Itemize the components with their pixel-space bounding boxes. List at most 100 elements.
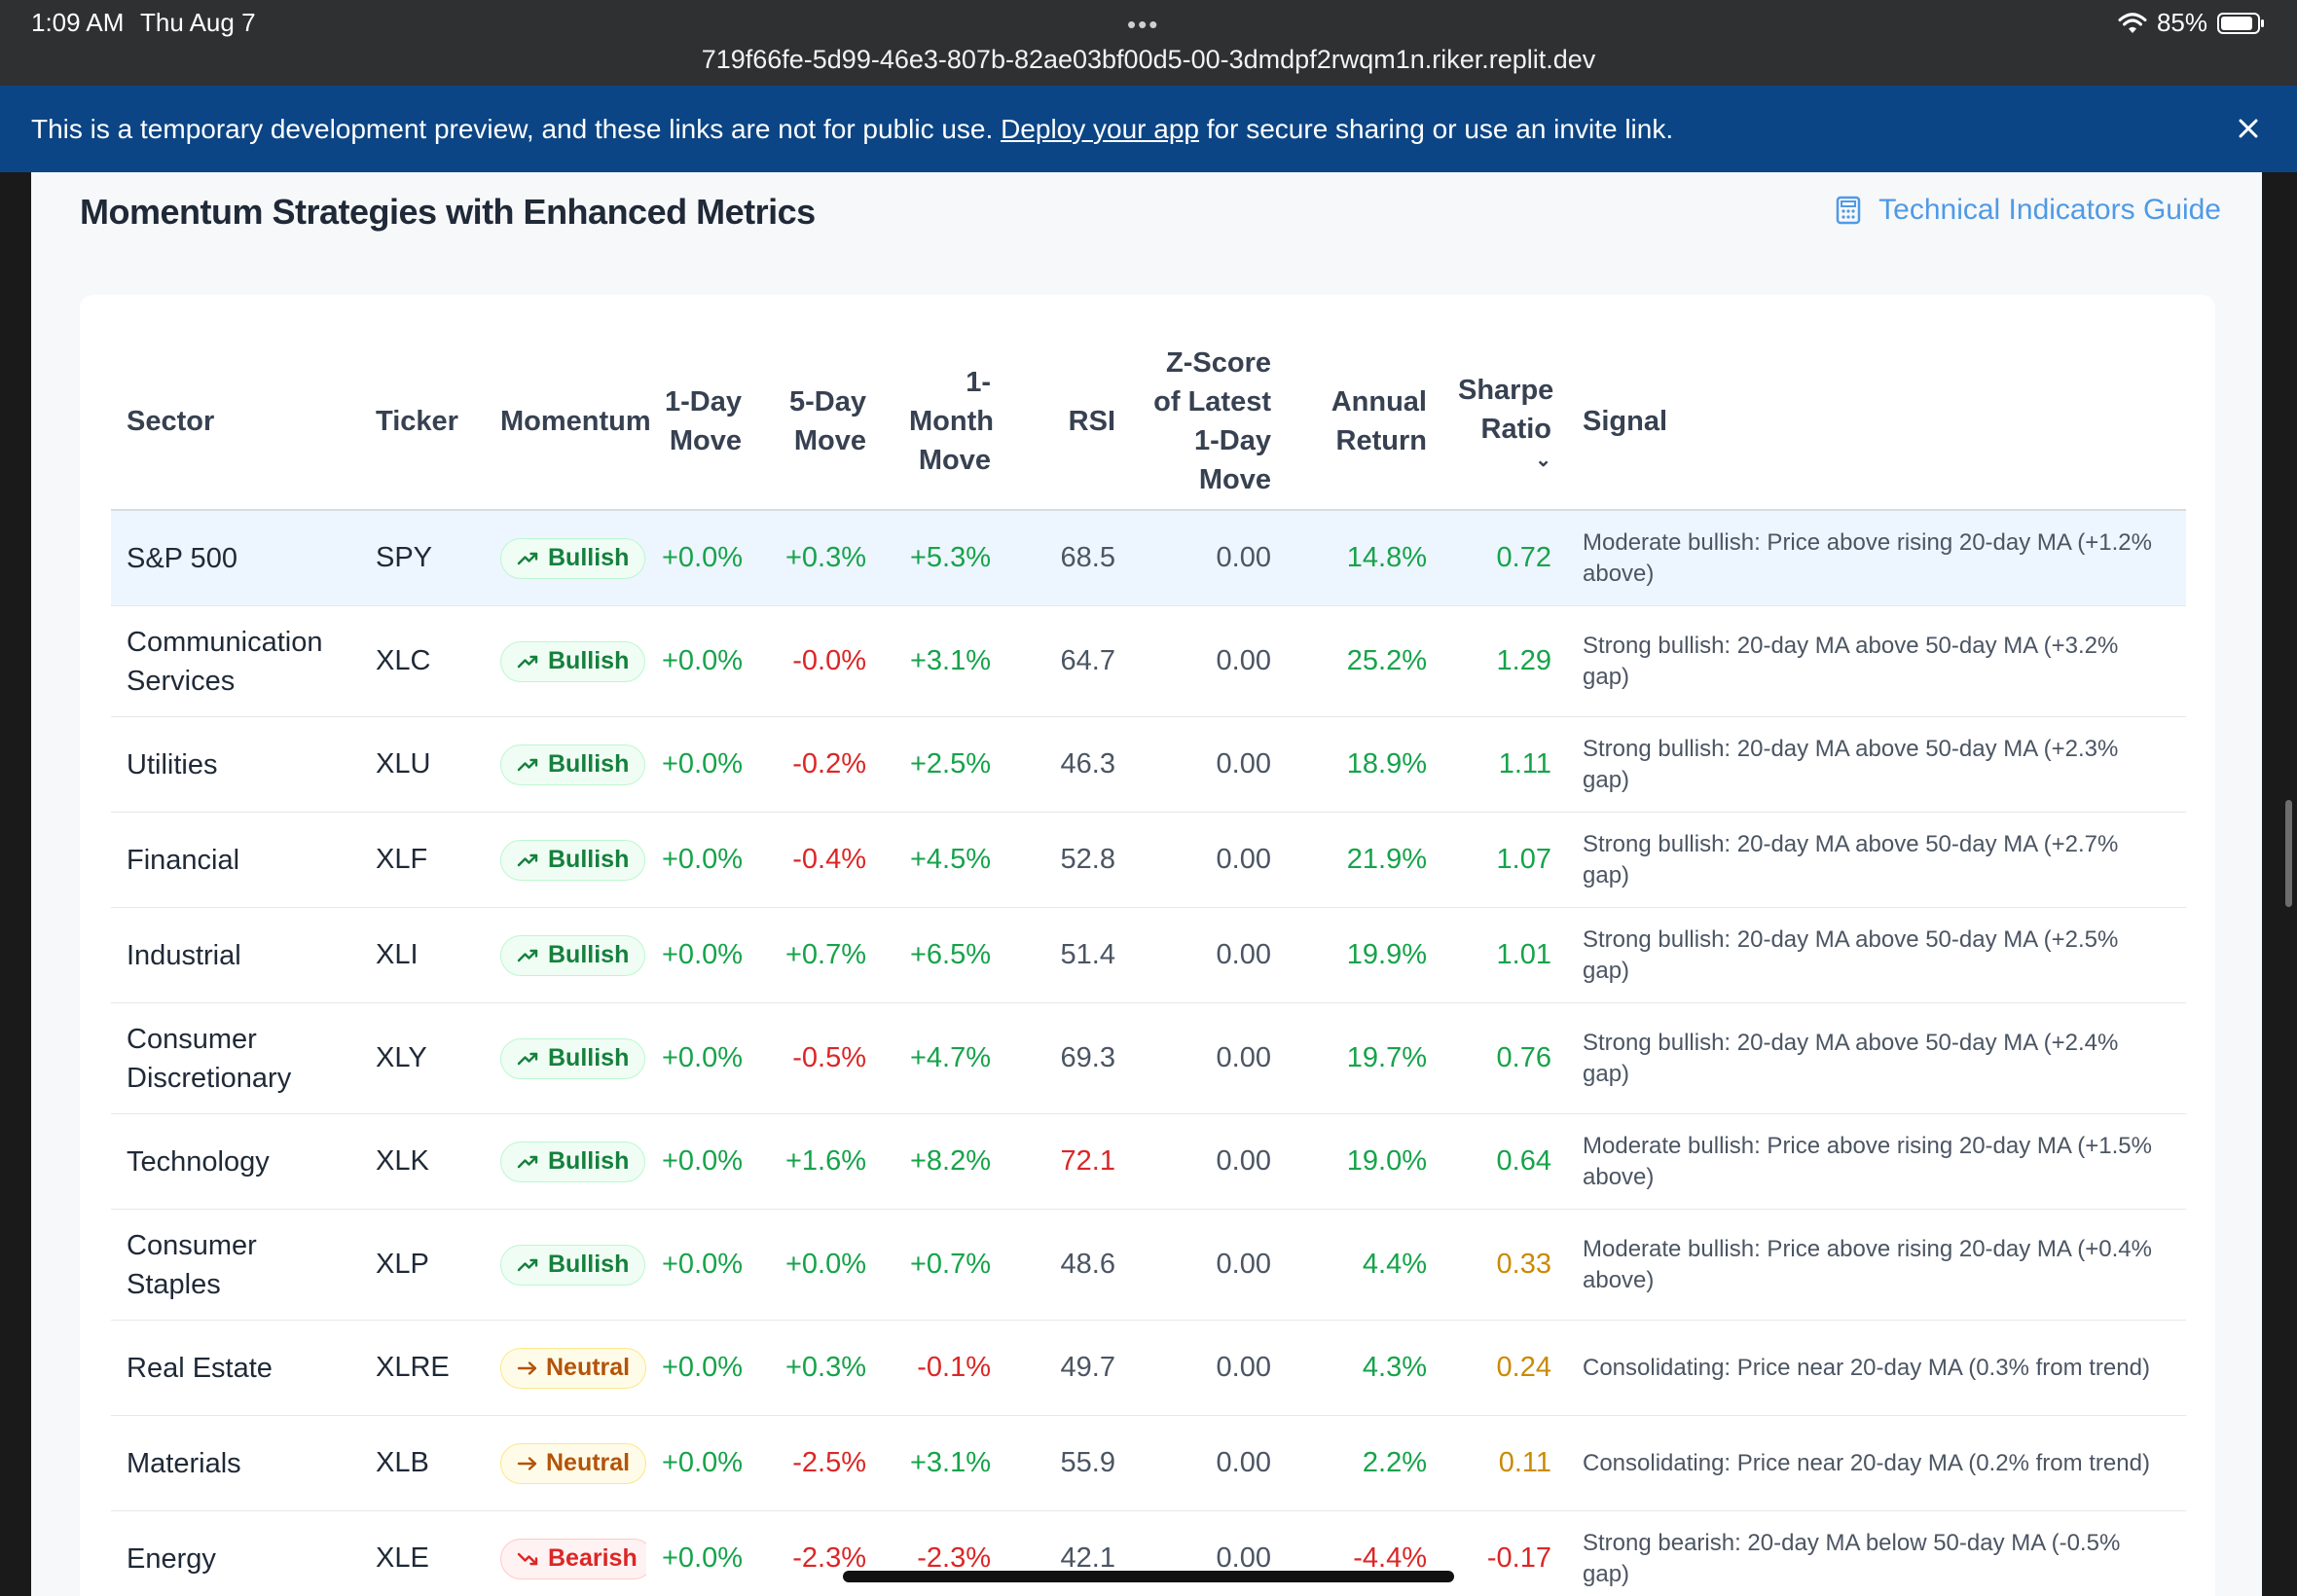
- cell-rsi: 68.5: [1006, 510, 1131, 606]
- cell-signal: Strong bullish: 20-day MA above 50-day M…: [1567, 1002, 2186, 1114]
- multitasking-dots-icon[interactable]: •••: [1127, 10, 1159, 40]
- cell-momentum: Bullish: [485, 1113, 646, 1210]
- table-row[interactable]: Consumer Discretionary XLY Bullish +0.0% -0.…: [111, 1002, 2186, 1114]
- cell-5-day-move: -0.5%: [757, 1002, 882, 1114]
- cell-sharpe-ratio: 0.33: [1442, 1209, 1567, 1321]
- trending-up-icon: [517, 1257, 540, 1273]
- cell-momentum: Bullish: [485, 812, 646, 908]
- cell-sharpe-ratio: 1.29: [1442, 605, 1567, 717]
- cell-sharpe-ratio: 0.11: [1442, 1415, 1567, 1511]
- cell-ticker: SPY: [360, 510, 485, 606]
- header-ticker[interactable]: Ticker: [360, 334, 485, 511]
- calculator-icon: [1836, 196, 1861, 225]
- cell-momentum: Bullish: [485, 605, 646, 717]
- deploy-app-link[interactable]: Deploy your app: [1001, 114, 1199, 144]
- home-indicator[interactable]: [843, 1571, 1454, 1582]
- momentum-label: Bullish: [548, 647, 630, 674]
- momentum-label: Bullish: [548, 941, 630, 968]
- header-annual-return[interactable]: Annual Return: [1287, 334, 1442, 511]
- cell-5-day-move: -0.0%: [757, 605, 882, 717]
- momentum-label: Bullish: [548, 750, 630, 778]
- cell-5-day-move: +1.6%: [757, 1113, 882, 1210]
- section-title: Momentum Strategies with Enhanced Metric…: [80, 192, 816, 232]
- cell-annual-return: 21.9%: [1287, 812, 1442, 908]
- browser-top-bar: 1:09 AM Thu Aug 7 ••• 719f66fe-5d99-46e3…: [0, 0, 2297, 86]
- header-5-day-move[interactable]: 5-Day Move: [757, 334, 882, 511]
- header-signal[interactable]: Signal: [1567, 334, 2186, 511]
- trending-up-icon: [517, 551, 540, 566]
- momentum-table-card: Sector Ticker Momentum 1-Day Move 5-Day …: [80, 295, 2215, 1596]
- cell-5-day-move: -2.5%: [757, 1415, 882, 1511]
- cell-momentum: Bullish: [485, 1002, 646, 1114]
- cell-sector: Energy: [111, 1510, 360, 1596]
- cell-ticker: XLC: [360, 605, 485, 717]
- momentum-badge: Bullish: [500, 537, 646, 579]
- momentum-badge: Bullish: [500, 744, 646, 785]
- momentum-badge: Bullish: [500, 1141, 646, 1182]
- cell-annual-return: 2.2%: [1287, 1415, 1442, 1511]
- cell-1-month-move: +4.7%: [882, 1002, 1006, 1114]
- momentum-label: Neutral: [546, 1449, 631, 1476]
- technical-indicators-guide-link[interactable]: Technical Indicators Guide: [1836, 194, 2221, 227]
- table-row[interactable]: Technology XLK Bullish +0.0% +1.6% +8.2% 72.1 0…: [111, 1113, 2186, 1210]
- cell-1-day-move: +0.0%: [646, 716, 757, 813]
- cell-sharpe-ratio: 1.07: [1442, 812, 1567, 908]
- cell-zscore: 0.00: [1131, 1415, 1287, 1511]
- cell-sector: Technology: [111, 1113, 360, 1210]
- table-row[interactable]: Materials XLB Neutral +0.0% -2.5% +3.1% 55.9 0.…: [111, 1415, 2186, 1511]
- momentum-badge: Neutral: [500, 1442, 646, 1484]
- momentum-label: Bullish: [548, 1044, 630, 1071]
- cell-1-month-move: -2.3%: [882, 1510, 1006, 1596]
- header-sharpe-ratio[interactable]: Sharpe Ratio ⌄: [1442, 334, 1567, 511]
- momentum-badge: Bearish: [500, 1538, 646, 1579]
- table-row[interactable]: Industrial XLI Bullish +0.0% +0.7% +6.5% 51.4 0…: [111, 907, 2186, 1003]
- cell-annual-return: 4.3%: [1287, 1320, 1442, 1416]
- momentum-badge: Bullish: [500, 1244, 646, 1286]
- table-row[interactable]: Utilities XLU Bullish +0.0% -0.2% +2.5% 46.3 0.…: [111, 716, 2186, 813]
- cell-sector: Consumer Discretionary: [111, 1002, 360, 1114]
- arrow-right-icon: [517, 1360, 538, 1376]
- cell-rsi: 49.7: [1006, 1320, 1131, 1416]
- table-row[interactable]: Financial XLF Bullish +0.0% -0.4% +4.5% 52.8 0.…: [111, 812, 2186, 908]
- cell-annual-return: 19.0%: [1287, 1113, 1442, 1210]
- cell-zscore: 0.00: [1131, 605, 1287, 717]
- cell-1-day-move: +0.0%: [646, 907, 757, 1003]
- cell-sector: Financial: [111, 812, 360, 908]
- cell-signal: Strong bullish: 20-day MA above 50-day M…: [1567, 716, 2186, 813]
- cell-1-day-move: +0.0%: [646, 812, 757, 908]
- page-scrollbar[interactable]: [2285, 800, 2292, 907]
- battery-percent: 85%: [2156, 8, 2207, 37]
- close-icon[interactable]: [2231, 111, 2266, 146]
- table-row[interactable]: Consumer Staples XLP Bullish +0.0% +0.0% +0.7…: [111, 1209, 2186, 1321]
- table-body: S&P 500 SPY Bullish +0.0% +0.3% +5.3% 68.5 0.00…: [111, 510, 2186, 1596]
- table-row[interactable]: Real Estate XLRE Neutral +0.0% +0.3% -0.1% 49.…: [111, 1320, 2186, 1416]
- cell-1-day-move: +0.0%: [646, 1415, 757, 1511]
- cell-1-day-move: +0.0%: [646, 1113, 757, 1210]
- header-momentum[interactable]: Momentum: [485, 334, 651, 511]
- momentum-label: Bullish: [548, 1147, 630, 1175]
- cell-1-month-move: +5.3%: [882, 510, 1006, 606]
- guide-label: Technical Indicators Guide: [1878, 194, 2221, 226]
- cell-1-day-move: +0.0%: [646, 510, 757, 606]
- battery-icon: [2217, 12, 2266, 35]
- wifi-icon: [2118, 12, 2147, 35]
- dev-preview-banner: This is a temporary development preview,…: [0, 86, 2297, 172]
- cell-5-day-move: +0.7%: [757, 907, 882, 1003]
- header-zscore[interactable]: Z-Score of Latest 1-Day Move: [1131, 334, 1287, 511]
- cell-ticker: XLF: [360, 812, 485, 908]
- cell-5-day-move: -0.2%: [757, 716, 882, 813]
- trending-up-icon: [517, 757, 540, 773]
- trending-up-icon: [517, 1051, 540, 1067]
- header-rsi[interactable]: RSI: [1006, 334, 1131, 511]
- address-bar-url[interactable]: 719f66fe-5d99-46e3-807b-82ae03bf00d5-00-…: [0, 45, 2297, 75]
- table-row[interactable]: Communication Services XLC Bullish +0.0% -0.…: [111, 605, 2186, 717]
- cell-momentum: Bullish: [485, 1209, 646, 1321]
- header-1-day-move[interactable]: 1-Day Move: [646, 334, 757, 511]
- table-row[interactable]: Energy XLE Bearish +0.0% -2.3% -2.3% 42.1 0.00-…: [111, 1510, 2186, 1596]
- sort-chevron-down-icon[interactable]: ⌄: [1458, 449, 1551, 472]
- header-1-month-move[interactable]: 1-Month Move: [882, 334, 1006, 511]
- table-row[interactable]: S&P 500 SPY Bullish +0.0% +0.3% +5.3% 68.5 0.00…: [111, 510, 2186, 606]
- cell-1-day-move: +0.0%: [646, 1209, 757, 1321]
- header-sector[interactable]: Sector: [111, 334, 360, 511]
- cell-sector: Materials: [111, 1415, 360, 1511]
